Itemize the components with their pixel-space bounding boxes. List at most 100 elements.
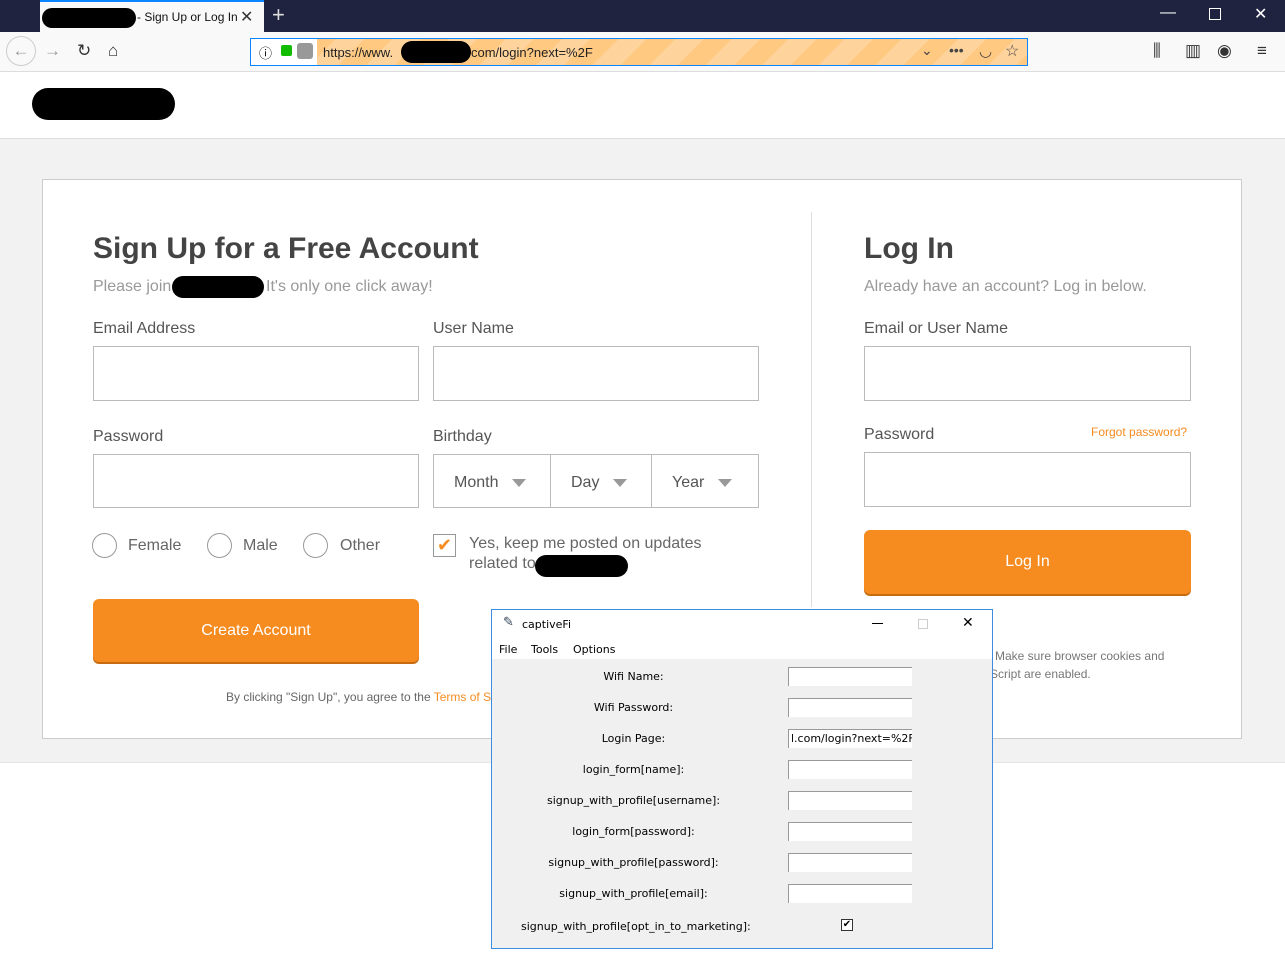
divider [811,212,812,607]
birthday-label: Birthday [433,428,492,445]
terms-link[interactable]: Terms of S [434,690,491,704]
close-icon[interactable]: ✕ [962,615,974,631]
chevron-down-icon[interactable]: ⌄ [921,42,933,59]
window-titlebar[interactable]: ✎ captiveFi ✕ [492,610,992,638]
window-title: captiveFi [522,618,572,631]
captivefi-window: ✎ captiveFi ✕ File Tools Options Wifi Na… [491,609,993,949]
url-bar[interactable]: ⓘ https://www. com/login?next=%2F ⌄ ••• … [250,38,1028,66]
field-input[interactable] [788,791,912,810]
redacted-blob [172,276,264,298]
info-icon[interactable]: ⓘ [259,43,272,62]
field-label: login_form[name]: [582,763,685,776]
dropdown-arrow-icon [512,478,527,487]
month-select[interactable]: Month [433,454,551,508]
field-input[interactable] [788,853,912,872]
other-label: Other [340,537,381,554]
terms-text: By clicking "Sign Up", you agree to the [226,690,434,704]
day-select[interactable]: Day [550,454,652,508]
form-row: login_form[password]: [492,822,992,842]
url-text-suffix: com/login?next=%2F [471,45,593,60]
pocket-icon[interactable]: ◡ [979,42,992,60]
tab-active[interactable]: - Sign Up or Log In ✕ [40,0,264,32]
maximize-icon [918,619,928,629]
radio-other[interactable] [303,533,328,558]
reload-icon[interactable]: ↻ [77,41,91,61]
forgot-password-link[interactable]: Forgot password? [1091,425,1187,439]
account-icon[interactable]: ◉ [1217,41,1232,61]
minimize-icon[interactable]: — [1160,4,1176,22]
redacted-blob [401,41,471,63]
menu-tools[interactable]: Tools [531,643,558,656]
radio-male[interactable] [207,533,232,558]
field-input[interactable] [788,822,912,841]
optin-field-label: signup_with_profile[opt_in_to_marketing]… [521,920,751,933]
robot-icon [297,43,313,59]
menu-file[interactable]: File [499,643,517,656]
optin-checkbox[interactable]: ✔ [433,534,456,557]
create-account-button[interactable]: Create Account [93,599,419,662]
male-label: Male [243,537,278,554]
close-tab-icon[interactable]: ✕ [240,7,253,27]
field-input[interactable] [788,698,912,717]
home-icon[interactable]: ⌂ [108,41,118,61]
url-identity: ⓘ [251,39,317,65]
field-label: Wifi Password: [593,701,674,714]
signup-subtitle-end: It's only one click away! [266,278,433,295]
redacted-blob [535,555,628,577]
field-input[interactable] [788,884,912,903]
menu-options[interactable]: Options [573,643,615,656]
year-value: Year [672,474,705,491]
field-input[interactable] [788,760,912,779]
form-row: Wifi Password: [492,698,992,718]
library-icon[interactable]: ⫼ [1153,41,1161,61]
cookie-note: Make sure browser cookies and [995,649,1165,663]
field-label: login_form[password]: [572,825,695,838]
forward-icon[interactable]: → [44,41,61,61]
login-password-label: Password [864,426,935,443]
new-tab-icon[interactable]: + [272,2,285,28]
url-text: https://www. [323,45,394,60]
login-subtitle: Already have an account? Log in below. [864,278,1147,295]
field-input[interactable]: l.com/login?next=%2F [788,729,912,748]
logo[interactable] [32,88,175,120]
menu-bar: File Tools Options [492,638,992,659]
email-input[interactable] [93,346,419,401]
form-row: signup_with_profile[password]: [492,853,992,873]
field-input[interactable] [788,667,912,686]
field-label: signup_with_profile[email]: [559,887,708,900]
login-user-label: Email or User Name [864,320,1009,337]
dropdown-arrow-icon [718,478,733,487]
star-icon[interactable]: ☆ [1005,41,1019,61]
field-label: signup_with_profile[password]: [548,856,719,869]
email-label: Email Address [93,320,196,337]
field-label: Login Page: [601,732,666,745]
month-value: Month [454,474,499,491]
cookie-note-2: Script are enabled. [990,667,1091,681]
female-label: Female [128,537,182,554]
form-row: Login Page: l.com/login?next=%2F [492,729,992,749]
year-select[interactable]: Year [651,454,759,508]
login-user-input[interactable] [864,346,1191,401]
sidebar-icon[interactable]: ▥ [1185,41,1201,61]
login-password-input[interactable] [864,452,1191,507]
maximize-icon[interactable] [1209,8,1221,20]
optin-label-2: related to [469,555,536,572]
field-label: signup_with_profile[username]: [546,794,721,807]
menu-icon[interactable]: ≡ [1257,41,1267,61]
lock-icon [281,45,292,56]
back-icon[interactable]: ← [6,36,36,66]
form-row: signup_with_profile[email]: [492,884,992,904]
redacted-blob [42,8,136,28]
field-label: Wifi Name: [603,670,664,683]
minimize-icon[interactable] [872,623,883,624]
username-input[interactable] [433,346,759,401]
form-row: signup_with_profile[username]: [492,791,992,811]
optin-field-checkbox[interactable]: ✔ [841,919,853,931]
login-title: Log In [864,232,954,265]
password-input[interactable] [93,454,419,508]
login-button[interactable]: Log In [864,530,1191,594]
radio-female[interactable] [92,533,117,558]
close-window-icon[interactable]: ✕ [1254,4,1267,24]
signup-title: Sign Up for a Free Account [93,232,479,265]
more-icon[interactable]: ••• [949,42,964,58]
